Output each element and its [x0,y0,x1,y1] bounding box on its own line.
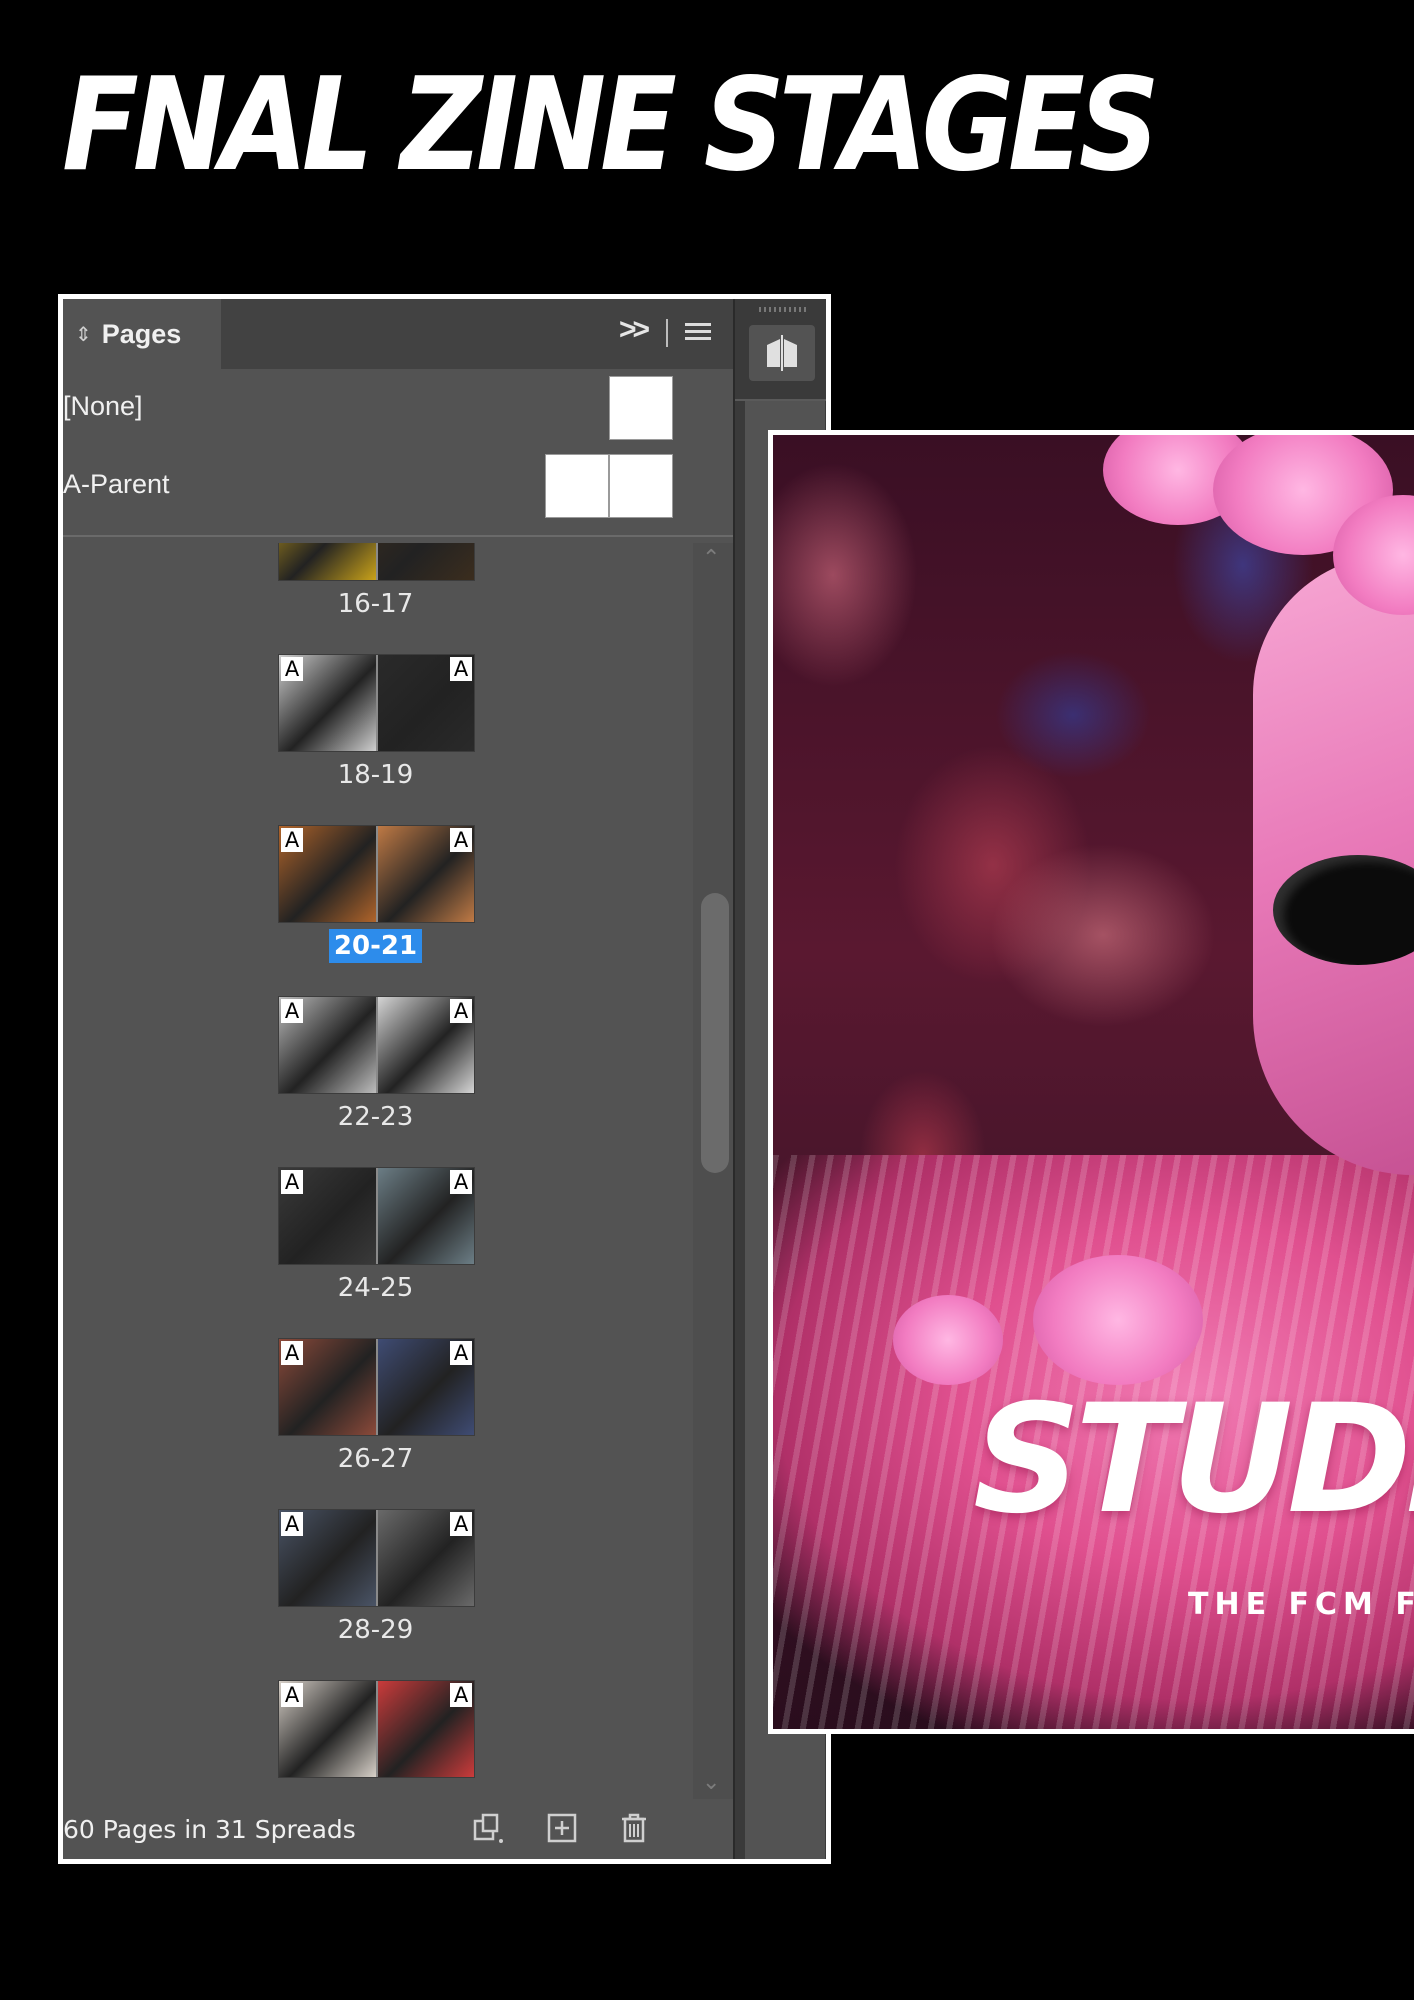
spread-thumbnail[interactable] [278,543,475,581]
spread-thumbnail[interactable]: AA [278,1167,475,1265]
spread-label-text: 22-23 [337,1102,414,1132]
spread-label-text: 18-19 [337,760,414,790]
tab-pages-label: Pages [101,318,182,349]
spread-item[interactable]: A A 24-25 [63,1167,688,1337]
parent-prefix-left: A [281,1341,303,1365]
zine-cover-image: STUDI THE FCM FA [768,430,1414,1734]
parent-item-none[interactable]: [None] [63,369,733,447]
parent-prefix-right: A [450,828,472,852]
spread-label: 16-17 [63,589,688,619]
delete-page-icon[interactable] [617,1811,651,1845]
cover-tagline: THE FCM FA [1188,1587,1414,1622]
panel-footer: 60 Pages in 31 Spreads [63,1799,733,1859]
spread-item[interactable]: A A 28-29 [63,1509,688,1679]
parent-prefix-left: A [281,1683,303,1707]
spread-thumbnail[interactable]: AA [278,825,475,923]
parent-item-label: [None] [63,391,143,421]
spread-label: 22-23 [63,1102,688,1132]
spread-thumbnail[interactable]: AA [278,996,475,1094]
spread-label: 26-27 [63,1444,688,1474]
parent-prefix-right: A [450,999,472,1023]
spread-item[interactable]: 16-17 [63,543,688,653]
page-title: FNAL ZINE STAGES [62,51,1160,200]
tab-pages[interactable]: ⇕ Pages [63,299,221,369]
parent-prefix-left: A [281,1512,303,1536]
spread-label-text: 26-27 [337,1444,414,1474]
collapse-toggle-icon[interactable]: ⇕ [75,322,92,347]
parent-prefix-right: A [450,1170,472,1194]
spread-item[interactable]: AA [63,1680,688,1803]
parent-prefix-right: A [450,1341,472,1365]
spread-label: 28-29 [63,1615,688,1645]
spread-label: 24-25 [63,1273,688,1303]
section-divider [63,535,733,537]
spread-spine [376,826,378,922]
spread-label-text: 16-17 [337,589,414,619]
spread-label-text: 24-25 [337,1273,414,1303]
spread-spine [376,1168,378,1264]
parent-page-thumbnail-right[interactable] [609,454,673,518]
scrollbar-thumb[interactable] [701,893,729,1173]
parent-page-thumbnail[interactable] [609,376,673,440]
parent-prefix-right: A [450,657,472,681]
spread-spine [376,1681,378,1777]
spread-item[interactable]: A A 26-27 [63,1338,688,1508]
parent-prefix-left: A [281,657,303,681]
spread-thumbnail[interactable]: AA [278,1509,475,1607]
parent-prefix-left: A [281,999,303,1023]
left-page-thumbnail[interactable] [279,543,376,580]
spread-spine [376,655,378,751]
parent-page-thumbnail-left[interactable] [545,454,609,518]
spread-spine [376,1510,378,1606]
spread-label: 18-19 [63,760,688,790]
new-page-icon[interactable] [545,1811,579,1845]
spread-thumbnail[interactable]: AA [278,1338,475,1436]
spread-spine [376,543,378,580]
paper-flower [1033,1255,1203,1385]
right-page-thumbnail[interactable] [377,543,474,580]
spread-label: 20-21 [63,929,688,963]
cover-brand-text: STUDI [973,1373,1414,1547]
spread-label-text: 20-21 [328,929,423,963]
tab-separator [666,319,668,347]
spread-item[interactable]: A A 18-19 [63,654,688,824]
parent-item-label: A-Parent [63,469,170,499]
parent-prefix-right: A [450,1512,472,1536]
panel-grip[interactable] [759,307,809,312]
expand-panels-icon[interactable]: >> [619,313,650,347]
spread-label-text: 28-29 [337,1615,414,1645]
pages-panel-icon[interactable] [749,325,815,381]
scrollbar[interactable]: ⌃ ⌄ [693,543,733,1803]
panel-tab-bar: ⇕ Pages >> [63,299,733,369]
paper-flower [893,1295,1003,1385]
spread-thumbnail[interactable]: AA [278,654,475,752]
page-count-status: 60 Pages in 31 Spreads [63,1815,356,1844]
spread-spine [376,997,378,1093]
parent-prefix-right: A [450,1683,472,1707]
parent-prefix-left: A [281,1170,303,1194]
panel-menu-icon[interactable] [685,323,711,344]
edit-page-size-icon[interactable] [471,1811,505,1845]
parent-prefix-left: A [281,828,303,852]
spread-thumbnail[interactable]: AA [278,1680,475,1778]
parent-pages-section: [None] A-Parent [63,369,733,529]
spread-item[interactable]: A A 22-23 [63,996,688,1166]
pages-panel: ⇕ Pages >> [None] A-Parent 16-17 A A 18-19 A… [58,294,831,1864]
spread-spine [376,1339,378,1435]
parent-item-a-parent[interactable]: A-Parent [63,447,733,525]
scroll-up-icon[interactable]: ⌃ [702,545,720,571]
spread-item[interactable]: A A 20-21 [63,825,688,995]
spreads-list: 16-17 A A 18-19 A A 20-21 A A 22-23 A A 24-25 A A 26-27… [63,543,688,1803]
scroll-down-icon[interactable]: ⌄ [702,1769,720,1795]
